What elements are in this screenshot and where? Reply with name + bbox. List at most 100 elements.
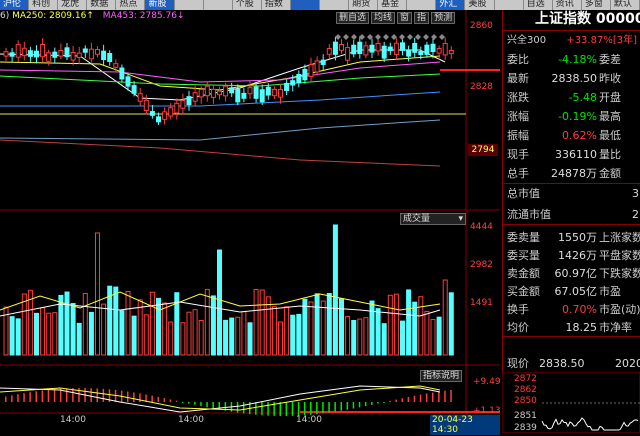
quote-key-secondary: 上涨家数	[599, 231, 640, 244]
divider	[503, 336, 640, 337]
candle-body	[149, 111, 155, 116]
panel-title-row: 上证指数 00000	[503, 10, 640, 30]
volume-bar	[34, 312, 39, 356]
volume-bar	[400, 320, 405, 356]
volume-bar	[217, 249, 222, 356]
volume-bar	[442, 279, 448, 356]
volume-indicator-button[interactable]: 成交量 ▾	[400, 213, 466, 225]
quote-key: 买金额	[507, 285, 540, 298]
kline-chart[interactable]: 6) MA250: 2809.16↑ MA453: 2785.76↓ 删自选 均…	[0, 10, 578, 435]
indicator-help-button[interactable]: 指标说明	[420, 370, 463, 382]
volume-bar	[381, 323, 387, 356]
macd-bar	[261, 402, 263, 416]
candle-body	[70, 51, 76, 61]
quote-row: 均价 18.25 市净率	[503, 318, 640, 337]
quote-key-secondary: 开盘	[599, 91, 621, 104]
mini-header-right: 2020	[615, 357, 640, 370]
window-button[interactable]: 窗	[397, 12, 413, 24]
indicator-button[interactable]: 指	[414, 12, 430, 24]
quote-value: 2	[632, 208, 639, 221]
candle-body	[265, 86, 271, 96]
toolbar-item-10[interactable]	[290, 0, 320, 10]
toolbar-item-6[interactable]	[175, 0, 204, 10]
toolbar-item-14[interactable]	[407, 0, 437, 10]
volume-bar	[351, 319, 357, 356]
quote-row: 委买量 1426万 平盘家数	[503, 246, 640, 265]
candle-body	[247, 87, 253, 95]
macd-bar	[255, 402, 257, 415]
volume-bar	[339, 298, 344, 356]
volume-bar	[76, 322, 82, 356]
quote-row: 现手 336110 量比	[503, 145, 640, 164]
forecast-button[interactable]: 预测	[431, 12, 456, 24]
macd-bar	[413, 395, 416, 402]
candle-body	[34, 50, 39, 58]
toolbar-item-4[interactable]: 热点	[116, 0, 146, 10]
toolbar-item-8[interactable]: 个股	[233, 0, 262, 10]
candle-body	[3, 51, 9, 57]
candle-body	[241, 92, 247, 99]
mini-header-key: 现价	[507, 357, 529, 370]
macd-bar	[334, 402, 336, 412]
volume-bar	[95, 232, 100, 356]
macd-bar	[285, 402, 288, 416]
macd-bar	[303, 402, 306, 416]
volume-bar	[271, 306, 277, 356]
macd-axis-1: +9.49	[473, 377, 501, 387]
candle-body	[125, 76, 131, 87]
diamond-marker	[375, 34, 381, 40]
intraday-mini-chart[interactable]: 2872 2862 2850 2851 2839	[501, 371, 640, 434]
macd-bar	[328, 402, 330, 413]
quote-key: 总手	[507, 167, 529, 180]
toolbar-item-18[interactable]: 自选	[524, 0, 553, 10]
toolbar-item-1[interactable]: 科创	[29, 0, 59, 10]
quote-row: 涨跌 -5.48 开盘	[503, 88, 640, 107]
volume-bar	[210, 295, 216, 356]
macd-bar	[11, 395, 13, 402]
toolbar-item-20[interactable]: 多窗	[582, 0, 611, 10]
candle-body	[332, 41, 338, 55]
quote-key-secondary: 量比	[599, 148, 621, 161]
toolbar-item-21[interactable]: 默认	[611, 0, 640, 10]
moving-average-line	[0, 139, 441, 167]
diamond-marker	[399, 34, 405, 40]
toolbar-item-9[interactable]: 指数	[262, 0, 291, 10]
volume-bar	[430, 319, 436, 356]
remove-favorite-button[interactable]: 删自选	[336, 12, 370, 24]
quote-key: 涨跌	[507, 91, 529, 104]
volume-bar	[9, 316, 15, 356]
toolbar-item-12[interactable]: 期货	[349, 0, 379, 10]
candle-body	[113, 63, 119, 68]
toolbar-item-17[interactable]	[495, 0, 524, 10]
toolbar-item-5[interactable]: 新股	[145, 0, 175, 10]
volume-bar	[345, 316, 351, 356]
volume-bar	[424, 311, 430, 356]
candle-body	[162, 111, 168, 120]
candle-body	[229, 87, 235, 94]
ma-button[interactable]: 均线	[371, 12, 396, 24]
toolbar-item-0[interactable]: 沪伦	[0, 0, 30, 10]
toolbar-item-11[interactable]	[320, 0, 350, 10]
toolbar-item-13[interactable]: 基金	[378, 0, 408, 10]
macd-bar	[47, 389, 50, 402]
toolbar-item-7[interactable]	[204, 0, 233, 10]
candle-body	[339, 43, 344, 51]
macd-bar	[432, 392, 434, 402]
candle-body	[387, 46, 393, 52]
candle-body	[21, 47, 27, 57]
toolbar-item-16[interactable]: 美股	[465, 0, 495, 10]
toolbar-item-3[interactable]: 数据	[87, 0, 117, 10]
volume-bar	[278, 321, 283, 356]
volume-bar	[162, 302, 168, 356]
volume-bar	[223, 319, 229, 356]
volume-bar	[393, 293, 399, 356]
volume-bar	[168, 321, 174, 356]
price-axis-top: 2860	[470, 21, 493, 31]
toolbar-item-2[interactable]: 龙虎	[58, 0, 88, 10]
toolbar-item-15[interactable]: 外汇	[436, 0, 466, 10]
volume-label: 成交量	[403, 214, 431, 224]
mini-chart-canvas[interactable]: 287228622850 2851 2839	[501, 371, 640, 434]
candle-body	[58, 49, 64, 57]
mini-axis-label: 2839	[514, 423, 537, 433]
toolbar-item-19[interactable]: 资讯	[553, 0, 582, 10]
